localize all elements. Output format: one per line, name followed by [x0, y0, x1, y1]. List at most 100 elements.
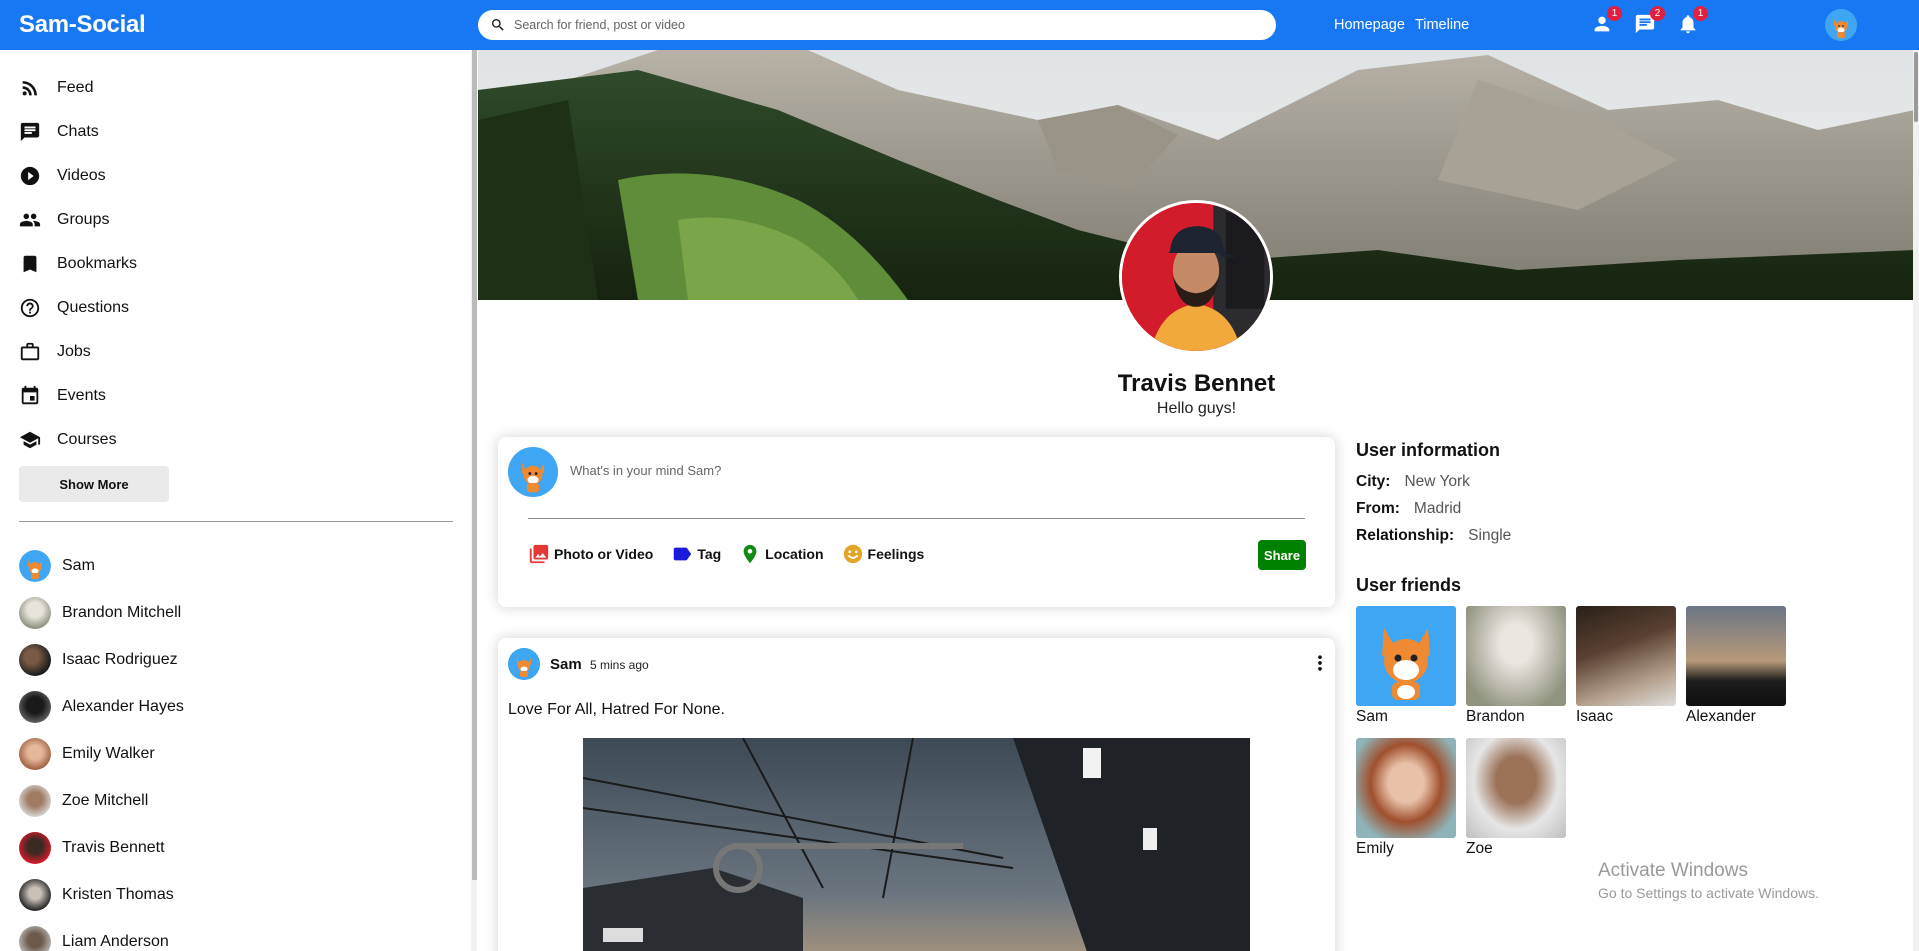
- sidebar-item-label: Feed: [57, 79, 94, 96]
- emoji-icon: [843, 544, 862, 564]
- user-friends-title: User friends: [1356, 575, 1462, 595]
- play-circle-icon: [20, 166, 40, 186]
- friend-item-alexander[interactable]: Alexander Hayes: [19, 683, 184, 730]
- share-box: Photo or Video Tag Location Feelings Sha…: [498, 437, 1335, 607]
- user-friend-item[interactable]: Sam: [1356, 606, 1456, 726]
- friend-name: Alexander: [1686, 708, 1756, 725]
- sidebar-item-courses[interactable]: Courses: [19, 418, 137, 462]
- avatar: [19, 643, 51, 676]
- friend-item-liam[interactable]: Liam Anderson: [19, 918, 184, 951]
- avatar: [19, 737, 51, 770]
- profile-picture[interactable]: [1119, 200, 1273, 354]
- photo-video-label: Photo or Video: [554, 546, 654, 562]
- user-info-title: User information: [1356, 440, 1501, 460]
- notifications-button[interactable]: 1: [1676, 6, 1708, 38]
- photo-video-option[interactable]: Photo or Video: [528, 543, 653, 565]
- info-relationship: Relationship: Single: [1356, 527, 1896, 545]
- sidebar-item-label: Bookmarks: [57, 255, 138, 272]
- user-friend-item[interactable]: Alexander: [1686, 606, 1786, 726]
- user-friend-item[interactable]: Emily: [1356, 738, 1456, 858]
- user-friend-item[interactable]: Brandon: [1466, 606, 1566, 726]
- messages-button[interactable]: 2: [1633, 6, 1665, 38]
- friend-item-brandon[interactable]: Brandon Mitchell: [19, 589, 184, 636]
- user-avatar[interactable]: [1825, 9, 1857, 41]
- group-icon: [19, 213, 41, 227]
- tag-label: Tag: [697, 546, 722, 562]
- location-option[interactable]: Location: [739, 543, 824, 565]
- friend-name: Emily: [1356, 840, 1394, 857]
- tag-option[interactable]: Tag: [671, 543, 721, 565]
- avatar: [19, 549, 51, 582]
- top-bar: Sam-Social Homepage Timeline 1 2 1: [0, 0, 1919, 50]
- location-pin-icon: [743, 544, 757, 564]
- post-input[interactable]: [570, 463, 1290, 478]
- avatar: [19, 596, 51, 629]
- friend-item-zoe[interactable]: Zoe Mitchell: [19, 777, 184, 824]
- sidebar-item-groups[interactable]: Groups: [19, 198, 137, 242]
- friend-item-travis[interactable]: Travis Bennett: [19, 824, 184, 871]
- sidebar-item-feed[interactable]: Feed: [19, 66, 137, 110]
- post-card: Sam 5 mins ago Love For All, Hatred For …: [498, 638, 1335, 951]
- avatar: [508, 447, 558, 497]
- show-more-button[interactable]: Show More: [19, 466, 169, 502]
- app-logo[interactable]: Sam-Social: [19, 11, 146, 39]
- divider: [528, 518, 1305, 519]
- timeline-link[interactable]: Timeline: [1415, 17, 1469, 33]
- friend-requests-button[interactable]: 1: [1590, 6, 1622, 38]
- more-vert-icon[interactable]: [1310, 651, 1330, 675]
- avatar: [19, 690, 51, 723]
- search-input[interactable]: [514, 18, 1254, 32]
- profile-name: Travis Bennet: [1117, 370, 1276, 397]
- watermark-subtitle: Go to Settings to activate Windows.: [1598, 885, 1819, 901]
- friend-photo: [1576, 606, 1676, 706]
- school-icon: [19, 431, 41, 449]
- watermark-title: Activate Windows: [1598, 860, 1748, 881]
- feelings-option[interactable]: Feelings: [842, 543, 925, 565]
- avatar[interactable]: [508, 648, 540, 680]
- user-friend-item[interactable]: Isaac: [1576, 606, 1676, 726]
- friend-item-sam[interactable]: Sam: [19, 542, 184, 589]
- friend-photo: [1356, 738, 1456, 838]
- sidebar-item-jobs[interactable]: Jobs: [19, 330, 137, 374]
- post-username[interactable]: Sam: [550, 656, 582, 673]
- friend-item-kristen[interactable]: Kristen Thomas: [19, 871, 184, 918]
- sidebar-item-events[interactable]: Events: [19, 374, 137, 418]
- sidebar-item-chats[interactable]: Chats: [19, 110, 137, 154]
- profile-description: Hello guys!: [1156, 400, 1237, 417]
- friend-item-emily[interactable]: Emily Walker: [19, 730, 184, 777]
- main-scrollbar-track[interactable]: [1913, 50, 1919, 951]
- search-bar[interactable]: [478, 10, 1276, 40]
- avatar: [19, 878, 51, 911]
- user-friends-grid: Sam Brandon Isaac Alexander Emily Zoe: [1356, 606, 1896, 870]
- avatar: [19, 831, 51, 864]
- friend-photo: [1466, 606, 1566, 706]
- sidebar-scrollbar[interactable]: [472, 50, 477, 880]
- homepage-link[interactable]: Homepage: [1334, 17, 1405, 33]
- friend-name: Isaac Rodriguez: [62, 650, 178, 668]
- avatar: [19, 784, 51, 817]
- friend-name: Zoe: [1466, 840, 1493, 857]
- label-icon: [674, 547, 692, 561]
- info-from: From: Madrid: [1356, 500, 1896, 518]
- post-date: 5 mins ago: [590, 658, 649, 672]
- friend-requests-badge: 1: [1607, 6, 1622, 21]
- location-label: Location: [765, 546, 824, 562]
- search-icon: [492, 19, 504, 31]
- post-image[interactable]: [583, 738, 1250, 951]
- sidebar-item-videos[interactable]: Videos: [19, 154, 137, 198]
- main-scrollbar[interactable]: [1914, 52, 1918, 122]
- sidebar-item-label: Questions: [57, 299, 130, 316]
- user-friend-item[interactable]: Zoe: [1466, 738, 1566, 858]
- briefcase-icon: [20, 342, 40, 361]
- sidebar-item-questions[interactable]: Questions: [19, 286, 137, 330]
- friend-name: Brandon: [1466, 708, 1525, 725]
- friend-item-isaac[interactable]: Isaac Rodriguez: [19, 636, 184, 683]
- friend-name: Sam: [62, 556, 95, 574]
- share-button[interactable]: Share: [1258, 540, 1306, 570]
- sidebar-item-bookmarks[interactable]: Bookmarks: [19, 242, 137, 286]
- friend-photo: [1356, 606, 1456, 706]
- sidebar-item-label: Groups: [57, 211, 110, 228]
- post-text: Love For All, Hatred For None.: [508, 701, 725, 718]
- feelings-label: Feelings: [867, 546, 925, 562]
- sidebar-item-label: Chats: [57, 123, 99, 140]
